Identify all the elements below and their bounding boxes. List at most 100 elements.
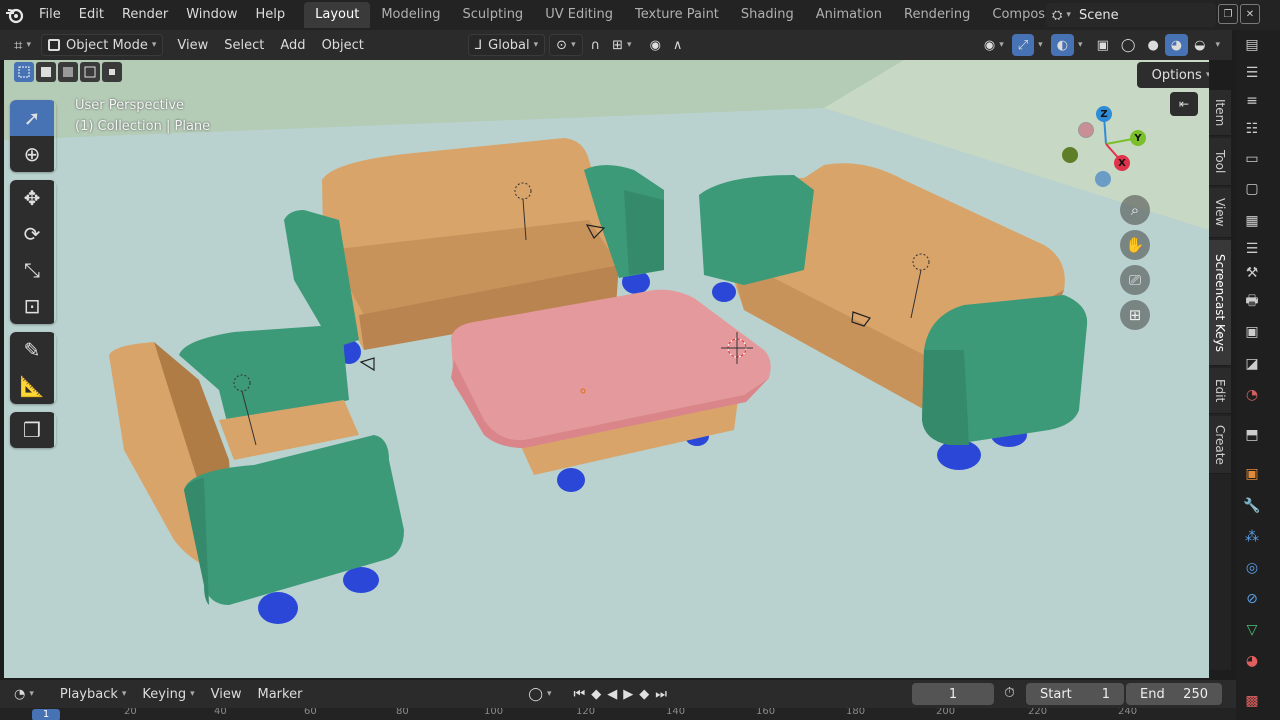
annotate-tool[interactable]: ✎: [10, 332, 54, 368]
move-tool[interactable]: ✥: [10, 180, 54, 216]
shading-dropdown-icon[interactable]: ▾: [1215, 40, 1220, 50]
proportional-edit-toggle[interactable]: ◉: [644, 34, 667, 56]
material-icon[interactable]: ◕: [1241, 650, 1263, 672]
view-layer-icon[interactable]: ◪: [1241, 353, 1263, 375]
navigation-gizmo[interactable]: Z Y X: [1056, 104, 1156, 194]
stopwatch-icon[interactable]: ⏱: [1004, 685, 1015, 701]
menu-view[interactable]: View: [171, 34, 214, 56]
checker-icon[interactable]: ▦: [1241, 210, 1263, 232]
timeline-menu-view[interactable]: View: [203, 687, 250, 702]
snap-toggle[interactable]: ∩: [585, 34, 607, 56]
xray-toggle[interactable]: ▣: [1091, 34, 1115, 56]
data-icon[interactable]: ▽: [1241, 619, 1263, 641]
start-frame-field[interactable]: Start 1: [1026, 683, 1124, 705]
scene-selector[interactable]: ⛭ ▾ Scene: [1046, 3, 1216, 27]
jump-end-icon[interactable]: ⏭: [655, 687, 667, 702]
texture-icon[interactable]: ▩: [1241, 690, 1263, 712]
timeline-menu-marker[interactable]: Marker: [249, 687, 310, 702]
shading-material[interactable]: ◕: [1164, 34, 1189, 56]
properties-menu-icon[interactable]: ☰: [1241, 238, 1263, 260]
tab-modeling[interactable]: Modeling: [370, 2, 451, 28]
shading-solid[interactable]: ●: [1141, 34, 1164, 56]
gizmo-x-axis[interactable]: X: [1114, 155, 1130, 171]
filter-icon[interactable]: ☷: [1241, 118, 1263, 140]
jump-start-icon[interactable]: ⏮: [574, 687, 586, 702]
menu-help[interactable]: Help: [247, 0, 295, 30]
sidebar-tab-view[interactable]: View: [1209, 188, 1231, 238]
tab-sculpting[interactable]: Sculpting: [451, 2, 534, 28]
editor-type-button[interactable]: ⌗ ▾: [8, 34, 37, 56]
camera-view-icon[interactable]: ⎚: [1120, 265, 1150, 295]
timeline-editor-type[interactable]: ◔ ▾: [6, 687, 42, 702]
select-invert-icon[interactable]: [80, 62, 100, 82]
tool-settings-icon[interactable]: ⚒: [1241, 262, 1263, 284]
sidebar-tab-edit[interactable]: Edit: [1209, 368, 1231, 414]
gizmo-z-axis[interactable]: Z: [1096, 106, 1112, 122]
perspective-grid-icon[interactable]: ⊞: [1120, 300, 1150, 330]
mode-select[interactable]: Object Mode ▾: [40, 34, 164, 56]
timeline-menu-playback[interactable]: Playback ▾: [52, 687, 135, 702]
sidebar-tab-create[interactable]: Create: [1209, 416, 1231, 474]
output-icon[interactable]: ▣: [1241, 321, 1263, 343]
orientation-select[interactable]: ⅃ Global ▾: [467, 34, 546, 56]
physics-icon[interactable]: ◎: [1241, 557, 1263, 579]
options-button[interactable]: Options ▾: [1137, 62, 1209, 88]
gizmo-neg-y-axis[interactable]: [1062, 147, 1078, 163]
constraints-icon[interactable]: ⊘: [1241, 588, 1263, 610]
current-frame-field[interactable]: 1: [912, 683, 994, 705]
select-box-tool[interactable]: ➚: [10, 100, 54, 136]
gizmo-neg-x-axis[interactable]: [1078, 122, 1094, 138]
world-icon[interactable]: ⬒: [1241, 424, 1263, 446]
3d-viewport[interactable]: User Perspective (1) Collection | Plane …: [4, 60, 1209, 678]
next-keyframe-icon[interactable]: ◆: [639, 687, 649, 702]
scene-properties-icon[interactable]: ◔: [1241, 384, 1263, 406]
window-icon[interactable]: ▢: [1241, 178, 1263, 200]
measure-tool[interactable]: 📐: [10, 368, 54, 404]
pivot-select[interactable]: ⊙ ▾: [549, 34, 583, 56]
tab-animation[interactable]: Animation: [805, 2, 893, 28]
menu-render[interactable]: Render: [113, 0, 177, 30]
object-properties-icon[interactable]: ▣: [1241, 463, 1263, 485]
menu-add[interactable]: Add: [274, 34, 311, 56]
blender-logo-icon[interactable]: [0, 0, 30, 30]
transform-tool[interactable]: ⊡: [10, 288, 54, 324]
menu-edit[interactable]: Edit: [70, 0, 113, 30]
hand-pan-icon[interactable]: ✋: [1120, 230, 1150, 260]
delete-scene-icon[interactable]: ✕: [1240, 4, 1260, 24]
list-icon[interactable]: ≡: [1241, 90, 1263, 112]
play-icon[interactable]: ▶: [623, 687, 633, 702]
particles-icon[interactable]: ⁂: [1241, 526, 1263, 548]
play-reverse-icon[interactable]: ◀: [607, 687, 617, 702]
menu-select[interactable]: Select: [218, 34, 270, 56]
select-extend-icon[interactable]: [36, 62, 56, 82]
gizmo-dropdown-icon[interactable]: ▾: [1038, 40, 1043, 50]
select-intersect-icon[interactable]: [102, 62, 122, 82]
cursor-tool[interactable]: ⊕: [10, 136, 54, 172]
wrench-icon[interactable]: 🔧: [1241, 495, 1263, 517]
snap-target-select[interactable]: ⊞ ▾: [606, 34, 637, 56]
rotate-tool[interactable]: ⟳: [10, 216, 54, 252]
menu-file[interactable]: File: [30, 0, 70, 30]
timeline-ruler[interactable]: 1 20 40 60 80 100 120 140 160 180 200 22…: [0, 708, 1236, 720]
overlay-dropdown-icon[interactable]: ▾: [1078, 40, 1083, 50]
prev-keyframe-icon[interactable]: ◆: [591, 687, 601, 702]
end-frame-field[interactable]: End 250: [1126, 683, 1222, 705]
select-new-icon[interactable]: [14, 62, 34, 82]
tab-uv-editing[interactable]: UV Editing: [534, 2, 624, 28]
sidebar-tab-screencast-keys[interactable]: Screencast Keys: [1209, 240, 1231, 366]
tab-shading[interactable]: Shading: [730, 2, 805, 28]
tab-rendering[interactable]: Rendering: [893, 2, 981, 28]
falloff-select[interactable]: ∧: [667, 34, 689, 56]
auto-keying-toggle[interactable]: ◯ ▾: [520, 687, 559, 702]
playhead[interactable]: 1: [32, 709, 60, 720]
tab-texture-paint[interactable]: Texture Paint: [624, 2, 730, 28]
gizmo-y-axis[interactable]: Y: [1130, 130, 1146, 146]
gizmo-toggle[interactable]: ⤢: [1011, 34, 1035, 56]
scale-tool[interactable]: ⤡: [10, 252, 54, 288]
select-subtract-icon[interactable]: [58, 62, 78, 82]
sidebar-toggle-icon[interactable]: ⇤: [1170, 92, 1198, 116]
sidebar-tab-tool[interactable]: Tool: [1209, 138, 1231, 186]
menu-object[interactable]: Object: [316, 34, 370, 56]
editor-type-properties-icon[interactable]: ▤: [1241, 34, 1263, 56]
zoom-icon[interactable]: ⌕: [1120, 195, 1150, 225]
